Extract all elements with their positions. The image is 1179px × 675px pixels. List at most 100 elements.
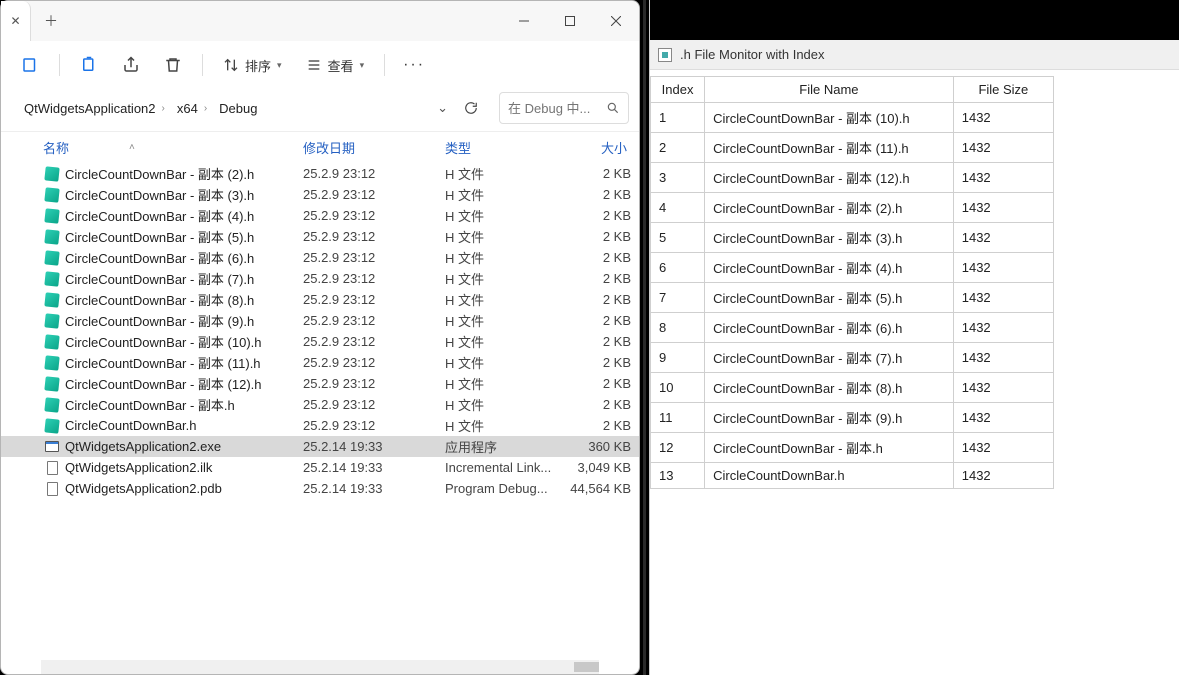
monitor-col-size[interactable]: File Size [953, 77, 1053, 103]
file-row[interactable]: CircleCountDownBar - 副本 (11).h25.2.9 23:… [1, 352, 639, 373]
new-tab-button[interactable]: ＋ [31, 1, 71, 41]
file-name: QtWidgetsApplication2.exe [65, 439, 303, 454]
header-file-icon [44, 334, 59, 349]
monitor-col-index[interactable]: Index [651, 77, 705, 103]
window-controls [501, 1, 639, 41]
file-row[interactable]: CircleCountDownBar - 副本 (10).h25.2.9 23:… [1, 331, 639, 352]
ellipsis-icon: ··· [403, 56, 425, 74]
file-size: 2 KB [569, 271, 639, 286]
cell-filename: CircleCountDownBar - 副本 (3).h [705, 223, 954, 253]
cell-filename: CircleCountDownBar - 副本 (7).h [705, 343, 954, 373]
file-row[interactable]: CircleCountDownBar - 副本 (2).h25.2.9 23:1… [1, 163, 639, 184]
file-row[interactable]: QtWidgetsApplication2.pdb25.2.14 19:33Pr… [1, 478, 639, 499]
file-type: H 文件 [445, 269, 569, 288]
header-file-icon [44, 292, 59, 307]
breadcrumb-segment[interactable]: Debug [215, 101, 261, 116]
file-type: 应用程序 [445, 437, 569, 456]
monitor-row[interactable]: 5CircleCountDownBar - 副本 (3).h1432 [651, 223, 1054, 253]
file-row[interactable]: CircleCountDownBar - 副本 (3).h25.2.9 23:1… [1, 184, 639, 205]
file-row[interactable]: CircleCountDownBar - 副本 (9).h25.2.9 23:1… [1, 310, 639, 331]
file-row[interactable]: QtWidgetsApplication2.exe25.2.14 19:33应用… [1, 436, 639, 457]
chevron-down-icon: ▾ [277, 60, 282, 71]
breadcrumb-segment[interactable]: QtWidgetsApplication2 › [20, 101, 169, 116]
file-row[interactable]: CircleCountDownBar - 副本 (4).h25.2.9 23:1… [1, 205, 639, 226]
monitor-row[interactable]: 3CircleCountDownBar - 副本 (12).h1432 [651, 163, 1054, 193]
sort-label: 排序 [245, 56, 271, 75]
history-dropdown-icon[interactable]: ⌄ [431, 100, 454, 116]
cell-filesize: 1432 [953, 223, 1053, 253]
column-header-date[interactable]: 修改日期 [303, 138, 445, 157]
delete-button[interactable] [154, 48, 192, 82]
cell-index: 10 [651, 373, 705, 403]
cell-index: 6 [651, 253, 705, 283]
view-button[interactable]: 查看 ▾ [296, 48, 375, 82]
monitor-row[interactable]: 8CircleCountDownBar - 副本 (6).h1432 [651, 313, 1054, 343]
refresh-icon[interactable] [458, 101, 484, 115]
file-row[interactable]: CircleCountDownBar - 副本 (8).h25.2.9 23:1… [1, 289, 639, 310]
file-name: CircleCountDownBar - 副本 (2).h [65, 164, 303, 183]
monitor-row[interactable]: 12CircleCountDownBar - 副本.h1432 [651, 433, 1054, 463]
cell-filename: CircleCountDownBar - 副本 (11).h [705, 133, 954, 163]
monitor-row[interactable]: 10CircleCountDownBar - 副本 (8).h1432 [651, 373, 1054, 403]
scrollbar-thumb[interactable] [574, 662, 599, 672]
search-icon[interactable] [606, 101, 620, 115]
file-size: 2 KB [569, 355, 639, 370]
exe-file-icon [45, 441, 59, 452]
breadcrumb-label: QtWidgetsApplication2 [24, 101, 156, 116]
close-window-button[interactable] [593, 1, 639, 41]
monitor-row[interactable]: 11CircleCountDownBar - 副本 (9).h1432 [651, 403, 1054, 433]
header-file-icon [44, 397, 59, 412]
monitor-row[interactable]: 4CircleCountDownBar - 副本 (2).h1432 [651, 193, 1054, 223]
minimize-button[interactable] [501, 1, 547, 41]
monitor-row[interactable]: 7CircleCountDownBar - 副本 (5).h1432 [651, 283, 1054, 313]
more-button[interactable]: ··· [395, 48, 433, 82]
cell-index: 4 [651, 193, 705, 223]
search-input[interactable] [508, 101, 600, 116]
cell-filename: CircleCountDownBar - 副本 (6).h [705, 313, 954, 343]
share-button[interactable] [112, 48, 150, 82]
monitor-row[interactable]: 2CircleCountDownBar - 副本 (11).h1432 [651, 133, 1054, 163]
horizontal-scrollbar[interactable] [41, 660, 599, 674]
monitor-title-bar[interactable]: .h File Monitor with Index [650, 40, 1179, 70]
cell-filename: CircleCountDownBar.h [705, 463, 954, 489]
file-row[interactable]: CircleCountDownBar.h25.2.9 23:12H 文件2 KB [1, 415, 639, 436]
file-date: 25.2.9 23:12 [303, 376, 445, 391]
file-type: H 文件 [445, 185, 569, 204]
breadcrumb[interactable]: QtWidgetsApplication2 › x64 › Debug ⌄ [11, 92, 491, 124]
cut-button[interactable] [70, 48, 108, 82]
title-bar: ✕ ＋ [1, 1, 639, 41]
file-row[interactable]: CircleCountDownBar - 副本 (6).h25.2.9 23:1… [1, 247, 639, 268]
file-row[interactable]: CircleCountDownBar - 副本 (7).h25.2.9 23:1… [1, 268, 639, 289]
column-header-type[interactable]: 类型 [445, 138, 569, 157]
cell-index: 8 [651, 313, 705, 343]
file-row[interactable]: CircleCountDownBar - 副本 (5).h25.2.9 23:1… [1, 226, 639, 247]
chevron-right-icon: › [162, 103, 165, 114]
cell-index: 12 [651, 433, 705, 463]
monitor-row[interactable]: 9CircleCountDownBar - 副本 (7).h1432 [651, 343, 1054, 373]
sort-button[interactable]: 排序 ▾ [213, 48, 292, 82]
column-header-name[interactable]: 名称 ˄ [43, 138, 303, 157]
file-row[interactable]: CircleCountDownBar - 副本.h25.2.9 23:12H 文… [1, 394, 639, 415]
close-tab-icon[interactable]: ✕ [10, 14, 20, 28]
split-divider[interactable] [640, 0, 649, 675]
file-row[interactable]: CircleCountDownBar - 副本 (12).h25.2.9 23:… [1, 373, 639, 394]
cell-index: 3 [651, 163, 705, 193]
monitor-title-text: .h File Monitor with Index [680, 47, 825, 62]
header-file-icon [44, 271, 59, 286]
monitor-row[interactable]: 6CircleCountDownBar - 副本 (4).h1432 [651, 253, 1054, 283]
cell-filesize: 1432 [953, 463, 1053, 489]
monitor-row[interactable]: 1CircleCountDownBar - 副本 (10).h1432 [651, 103, 1054, 133]
monitor-col-name[interactable]: File Name [705, 77, 954, 103]
tab-current[interactable]: ✕ [1, 1, 31, 41]
search-box[interactable] [499, 92, 629, 124]
breadcrumb-segment[interactable]: x64 › [173, 101, 211, 116]
column-header-size[interactable]: 大小 [569, 138, 637, 157]
file-size: 2 KB [569, 292, 639, 307]
cell-filesize: 1432 [953, 283, 1053, 313]
file-name: CircleCountDownBar - 副本.h [65, 395, 303, 414]
new-button[interactable] [11, 48, 49, 82]
file-row[interactable]: QtWidgetsApplication2.ilk25.2.14 19:33In… [1, 457, 639, 478]
file-date: 25.2.9 23:12 [303, 355, 445, 370]
monitor-row[interactable]: 13CircleCountDownBar.h1432 [651, 463, 1054, 489]
maximize-button[interactable] [547, 1, 593, 41]
